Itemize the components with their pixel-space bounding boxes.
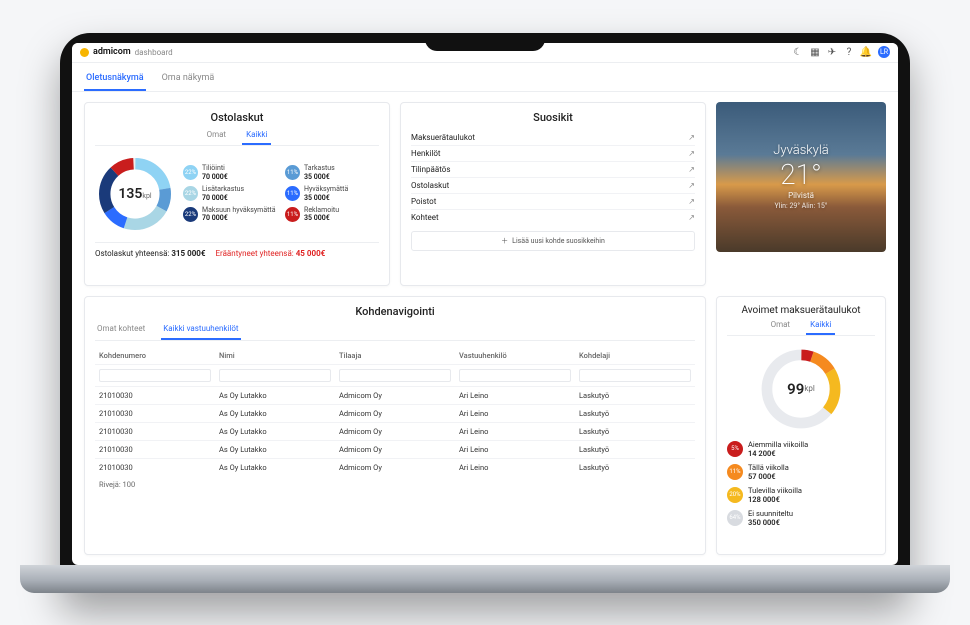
avoimet-donut: 99kpl bbox=[756, 344, 846, 434]
pct-badge: 22% bbox=[183, 165, 198, 180]
avoimet-tab-kaikki[interactable]: Kaikki bbox=[806, 320, 835, 335]
moon-icon[interactable]: ☾ bbox=[793, 47, 803, 57]
send-icon[interactable]: ✈ bbox=[827, 47, 837, 57]
avoimet-legend-item[interactable]: 20%Tulevilla viikoilla128 000€ bbox=[727, 486, 875, 504]
ostolaskut-overdue: Erääntyneet yhteensä: 45 000€ bbox=[215, 249, 325, 258]
pct-badge: 11% bbox=[285, 186, 300, 201]
avoimet-legend-item[interactable]: 64%Ei suunniteltu350 000€ bbox=[727, 509, 875, 527]
external-link-icon: ↗ bbox=[688, 213, 695, 222]
table-row[interactable]: 21010030As Oy LutakkoAdmicom OyAri Leino… bbox=[95, 440, 695, 458]
tab-default-view[interactable]: Oletusnäkymä bbox=[84, 69, 146, 91]
brand-logo-icon bbox=[80, 48, 89, 57]
weather-desc: Pilvistä bbox=[788, 191, 814, 200]
help-icon[interactable]: ? bbox=[844, 47, 854, 57]
bell-icon[interactable]: 🔔 bbox=[861, 47, 871, 57]
weather-widget: Jyväskylä 21° Pilvistä Ylin: 29° Alin: 1… bbox=[716, 102, 886, 252]
ostolaskut-legend-item[interactable]: 22%Lisätarkastus70 000€ bbox=[183, 185, 277, 202]
table-header[interactable]: Kohdelaji bbox=[575, 347, 695, 365]
weather-temp: 21° bbox=[780, 158, 821, 191]
pct-badge: 20% bbox=[727, 487, 743, 503]
weather-city: Jyväskylä bbox=[773, 143, 829, 158]
external-link-icon: ↗ bbox=[688, 165, 695, 174]
avoimet-title: Avoimet maksuerätaulukot bbox=[727, 305, 875, 316]
table-header[interactable]: Nimi bbox=[215, 347, 335, 365]
favorite-item[interactable]: Maksuerätaulukot↗ bbox=[411, 130, 695, 146]
avoimet-legend-item[interactable]: 5%Aiemmilla viikoilla14 200€ bbox=[727, 440, 875, 458]
column-filter-input[interactable] bbox=[99, 369, 211, 382]
column-filter-input[interactable] bbox=[579, 369, 691, 382]
external-link-icon: ↗ bbox=[688, 197, 695, 206]
add-favorite-button[interactable]: ＋ Lisää uusi kohde suosikkeihin bbox=[411, 231, 695, 251]
kohde-table: KohdenumeroNimiTilaajaVastuuhenkilöKohde… bbox=[95, 347, 695, 476]
ostolaskut-donut: 135kpl bbox=[95, 154, 175, 234]
avatar[interactable]: LR bbox=[878, 46, 890, 58]
ostolaskut-legend-item[interactable]: 22%Maksuun hyväksymättä70 000€ bbox=[183, 206, 277, 223]
brand: admicom dashboard bbox=[80, 47, 173, 57]
avoimet-count: 99 bbox=[787, 380, 804, 398]
ostolaskut-legend-item[interactable]: 22%Tiliöinti70 000€ bbox=[183, 164, 277, 181]
kohde-title: Kohdenavigointi bbox=[95, 305, 695, 318]
column-filter-input[interactable] bbox=[339, 369, 451, 382]
table-header[interactable]: Tilaaja bbox=[335, 347, 455, 365]
card-kohdenavigointi: Kohdenavigointi Omat kohteet Kaikki vast… bbox=[84, 296, 706, 555]
column-filter-input[interactable] bbox=[459, 369, 571, 382]
tab-my-view[interactable]: Oma näkymä bbox=[160, 69, 217, 91]
favorite-item[interactable]: Poistot↗ bbox=[411, 194, 695, 210]
grid-icon[interactable]: ▦ bbox=[810, 47, 820, 57]
avoimet-legend-item[interactable]: 11%Tällä viikolla57 000€ bbox=[727, 463, 875, 481]
card-avoimet: Avoimet maksuerätaulukot Omat Kaikki 99k… bbox=[716, 296, 886, 555]
pct-badge: 64% bbox=[727, 510, 743, 526]
table-row[interactable]: 21010030As Oy LutakkoAdmicom OyAri Leino… bbox=[95, 458, 695, 476]
card-ostolaskut: Ostolaskut Omat Kaikki bbox=[84, 102, 390, 286]
external-link-icon: ↗ bbox=[688, 133, 695, 142]
ostolaskut-total: Ostolaskut yhteensä: 315 000€ bbox=[95, 249, 205, 258]
kohde-tab-kaikki[interactable]: Kaikki vastuuhenkilöt bbox=[161, 324, 240, 340]
table-header[interactable]: Vastuuhenkilö bbox=[455, 347, 575, 365]
avoimet-tab-omat[interactable]: Omat bbox=[767, 320, 795, 335]
brand-name: admicom bbox=[93, 47, 131, 57]
weather-hilo: Ylin: 29° Alin: 15° bbox=[775, 202, 828, 210]
ostolaskut-legend-item[interactable]: 11%Reklamoitu35 000€ bbox=[285, 206, 379, 223]
table-header[interactable]: Kohdenumero bbox=[95, 347, 215, 365]
ostolaskut-title: Ostolaskut bbox=[95, 111, 379, 124]
ostolaskut-tab-omat[interactable]: Omat bbox=[203, 130, 231, 145]
favorite-item[interactable]: Tilinpäätös↗ bbox=[411, 162, 695, 178]
ostolaskut-count: 135 bbox=[118, 186, 142, 202]
pct-badge: 5% bbox=[727, 441, 743, 457]
external-link-icon: ↗ bbox=[688, 149, 695, 158]
pct-badge: 11% bbox=[285, 207, 300, 222]
kohde-tab-omat[interactable]: Omat kohteet bbox=[95, 324, 147, 340]
ostolaskut-legend-item[interactable]: 11%Hyväksymättä35 000€ bbox=[285, 185, 379, 202]
favorite-item[interactable]: Kohteet↗ bbox=[411, 210, 695, 225]
kohde-rows-count: Rivejä: 100 bbox=[95, 476, 695, 493]
brand-sub: dashboard bbox=[135, 48, 173, 57]
ostolaskut-legend-item[interactable]: 11%Tarkastus35 000€ bbox=[285, 164, 379, 181]
main-tabs: Oletusnäkymä Oma näkymä bbox=[72, 63, 898, 92]
column-filter-input[interactable] bbox=[219, 369, 331, 382]
table-row[interactable]: 21010030As Oy LutakkoAdmicom OyAri Leino… bbox=[95, 422, 695, 440]
ostolaskut-tab-kaikki[interactable]: Kaikki bbox=[242, 130, 271, 145]
suosikit-title: Suosikit bbox=[411, 111, 695, 124]
table-row[interactable]: 21010030As Oy LutakkoAdmicom OyAri Leino… bbox=[95, 404, 695, 422]
favorite-item[interactable]: Henkilöt↗ bbox=[411, 146, 695, 162]
plus-icon: ＋ bbox=[501, 236, 508, 246]
card-suosikit: Suosikit Maksuerätaulukot↗Henkilöt↗Tilin… bbox=[400, 102, 706, 286]
external-link-icon: ↗ bbox=[688, 181, 695, 190]
table-row[interactable]: 21010030As Oy LutakkoAdmicom OyAri Leino… bbox=[95, 386, 695, 404]
favorite-item[interactable]: Ostolaskut↗ bbox=[411, 178, 695, 194]
pct-badge: 22% bbox=[183, 186, 198, 201]
pct-badge: 11% bbox=[727, 464, 743, 480]
pct-badge: 11% bbox=[285, 165, 300, 180]
pct-badge: 22% bbox=[183, 207, 198, 222]
